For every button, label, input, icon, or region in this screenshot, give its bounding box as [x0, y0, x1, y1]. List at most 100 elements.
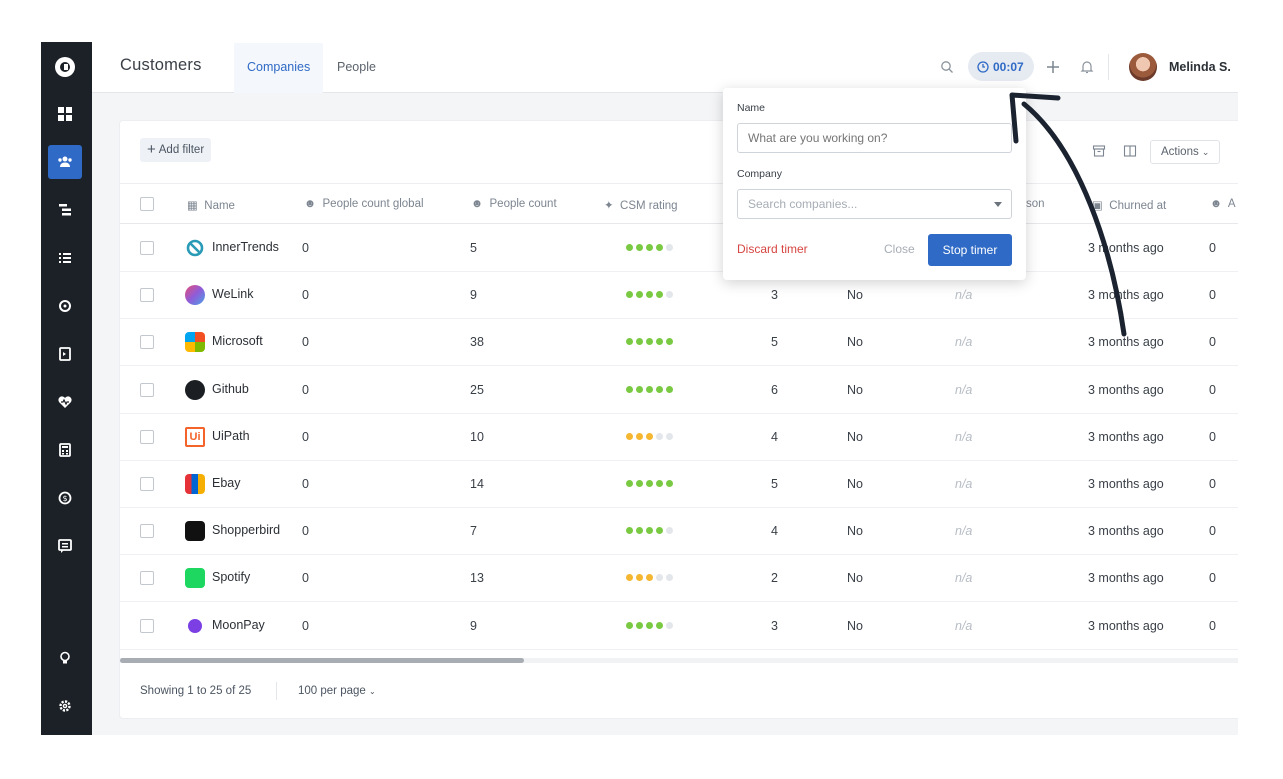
churned-at-cell: 3 months ago [1088, 288, 1164, 303]
column-reason-partial[interactable]: son [1026, 198, 1045, 210]
feedback-icon[interactable] [48, 529, 82, 563]
rating-dot [656, 338, 663, 346]
people-count-cell: 9 [470, 618, 477, 633]
table-row[interactable]: MoonPay 0 9 3 No n/a 3 months ago 0 [120, 603, 1238, 650]
company-name-link[interactable]: Shopperbird [212, 523, 280, 537]
stop-timer-button[interactable]: Stop timer [928, 234, 1012, 266]
row-checkbox[interactable] [140, 571, 154, 586]
add-icon[interactable] [1045, 59, 1061, 75]
rating-dot [646, 338, 653, 346]
count-cell: 2 [771, 571, 778, 586]
timer-name-input[interactable] [737, 123, 1012, 153]
actions-dropdown[interactable]: Actions ⌄ [1150, 140, 1221, 164]
company-name-link[interactable]: MoonPay [212, 618, 265, 632]
row-checkbox[interactable] [140, 382, 154, 397]
timer-button[interactable]: 00:07 [968, 52, 1034, 81]
count-cell: 5 [771, 477, 778, 491]
hierarchy-icon[interactable] [48, 193, 82, 227]
row-checkbox[interactable] [140, 241, 154, 255]
table-row[interactable]: WeLink 0 9 3 No n/a 3 months ago 0 [120, 272, 1238, 320]
company-name-link[interactable]: WeLink [212, 287, 253, 301]
calculator-icon[interactable] [48, 433, 82, 467]
table-row[interactable]: Ui UiPath 0 10 4 No n/a 3 months ago 0 [120, 414, 1238, 461]
rating-dot [666, 385, 673, 393]
reason-cell: n/a [955, 288, 973, 303]
row-checkbox[interactable] [140, 618, 154, 633]
company-name-link[interactable]: Github [212, 382, 249, 396]
close-button[interactable]: Close [884, 242, 915, 256]
task-list-icon[interactable] [48, 241, 82, 275]
rating-dot [666, 574, 673, 582]
import-icon[interactable] [48, 337, 82, 371]
select-all-checkbox[interactable] [140, 197, 154, 211]
sidebar: $ [41, 42, 92, 735]
rating-dot [626, 291, 633, 299]
discard-timer-button[interactable]: Discard timer [737, 242, 808, 256]
table-row[interactable]: Shopperbird 0 7 4 No n/a 3 months ago 0 [120, 508, 1238, 556]
rating-dot [656, 291, 663, 299]
churned-at-cell: 3 months ago [1088, 524, 1164, 539]
company-name-link[interactable]: UiPath [212, 429, 250, 443]
churned-at-cell: 3 months ago [1088, 382, 1164, 397]
company-name-link[interactable]: Ebay [212, 476, 241, 490]
column-csm-rating[interactable]: ✦ CSM rating [604, 198, 678, 212]
lightbulb-icon[interactable] [48, 641, 82, 675]
row-checkbox[interactable] [140, 288, 154, 303]
payments-icon[interactable]: $ [48, 481, 82, 515]
row-checkbox[interactable] [140, 335, 154, 350]
rating-dot [636, 291, 643, 299]
table-row[interactable]: Github 0 25 6 No n/a 3 months ago 0 [120, 367, 1238, 414]
avatar[interactable] [1129, 53, 1157, 81]
bell-icon[interactable] [1079, 59, 1095, 75]
companies-card: + Add filter Actions ⌄ ▦ Name ☻ People co… [120, 121, 1238, 718]
table-row[interactable]: Microsoft 0 38 5 No n/a 3 months ago 0 [120, 319, 1238, 367]
per-page-select[interactable]: 100 per page ⌄ [298, 685, 376, 697]
dashboard-icon[interactable] [48, 97, 82, 131]
horizontal-scrollbar[interactable] [120, 658, 1238, 663]
rating-dot [636, 574, 643, 582]
customers-icon[interactable] [48, 145, 82, 179]
user-name[interactable]: Melinda S. [1169, 60, 1231, 74]
tab-people[interactable]: People [324, 43, 389, 93]
count-cell: 4 [771, 429, 778, 444]
company-logo [188, 618, 202, 633]
table-row[interactable]: InnerTrends 0 5 3 months ago 0 [120, 225, 1238, 272]
rating-dot [636, 244, 643, 251]
column-a-partial[interactable]: ☻ A [1210, 198, 1236, 210]
clock-icon [977, 60, 989, 73]
table-row[interactable]: Spotify 0 13 2 No n/a 3 months ago 0 [120, 555, 1238, 603]
last-cell: 0 [1209, 382, 1216, 397]
columns-icon[interactable] [1123, 144, 1137, 158]
archive-icon[interactable] [1092, 144, 1106, 158]
column-people-count-global[interactable]: ☻ People count global [304, 198, 424, 210]
table-row[interactable]: Ebay 0 14 5 No n/a 3 months ago 0 [120, 461, 1238, 508]
churned-at-cell: 3 months ago [1088, 571, 1164, 586]
health-icon[interactable] [48, 385, 82, 419]
row-checkbox[interactable] [140, 477, 154, 491]
search-icon[interactable] [939, 59, 955, 75]
csm-rating [626, 621, 673, 629]
scrollbar-thumb[interactable] [120, 658, 524, 663]
last-cell: 0 [1209, 288, 1216, 303]
add-filter-button[interactable]: + Add filter [140, 138, 212, 162]
column-churned-at[interactable]: ▣ Churned at [1092, 198, 1166, 212]
tab-companies[interactable]: Companies [234, 43, 324, 93]
column-name[interactable]: ▦ Name [187, 198, 235, 212]
row-checkbox[interactable] [140, 429, 154, 444]
sync-icon[interactable] [48, 289, 82, 323]
row-checkbox[interactable] [140, 524, 154, 539]
column-people-count[interactable]: ☻ People count [471, 198, 557, 210]
company-name-link[interactable]: Spotify [212, 570, 250, 584]
rating-dot [626, 244, 633, 251]
last-cell: 0 [1209, 335, 1216, 350]
settings-icon[interactable] [48, 689, 82, 723]
rating-dot [646, 291, 653, 299]
svg-text:$: $ [62, 494, 67, 503]
company-select[interactable]: Search companies... [737, 189, 1012, 219]
app-logo[interactable] [55, 57, 75, 77]
company-name-link[interactable]: InnerTrends [212, 240, 279, 254]
people-icon: ☻ [471, 198, 484, 210]
company-name-link[interactable]: Microsoft [212, 334, 263, 348]
people-count-global-cell: 0 [302, 571, 309, 586]
rating-dot [636, 527, 643, 535]
